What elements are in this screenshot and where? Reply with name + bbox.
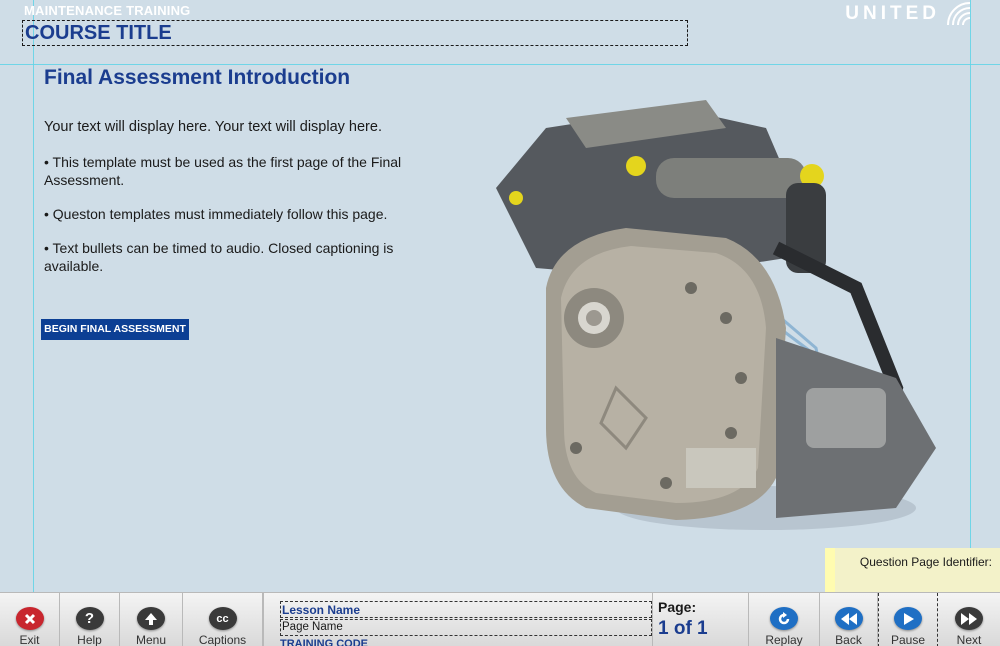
- guide-line-horizontal: [0, 64, 1000, 65]
- replay-label: Replay: [765, 633, 803, 646]
- bullet-item: • Text bullets can be timed to audio. Cl…: [44, 240, 394, 274]
- guide-line-vertical: [33, 0, 34, 646]
- page-label: Page:: [658, 599, 697, 615]
- pause-label: Pause: [890, 633, 926, 646]
- replay-icon: [770, 607, 798, 630]
- page-count: 1 of 1: [658, 618, 708, 639]
- menu-label: Menu: [135, 633, 167, 646]
- captions-button[interactable]: cc Captions: [183, 593, 263, 646]
- captions-label: Captions: [198, 633, 247, 646]
- next-label: Next: [956, 633, 982, 646]
- aircraft-engine-image: [496, 100, 936, 530]
- page-indicator: Page: 1 of 1: [658, 599, 743, 640]
- lesson-info: Lesson Name Page Name TRAINING CODE: [263, 593, 653, 646]
- rewind-icon: [834, 607, 863, 630]
- arrow-up-icon: [137, 607, 165, 630]
- cc-icon: cc: [208, 607, 237, 630]
- menu-button[interactable]: Menu: [120, 593, 183, 646]
- page-name: Page Name: [280, 619, 652, 636]
- back-label: Back: [835, 633, 862, 646]
- question-icon: ?: [75, 607, 104, 630]
- fast-forward-icon: [955, 607, 983, 630]
- begin-final-assessment-button[interactable]: BEGIN FINAL ASSESSMENT: [41, 319, 189, 340]
- brand-logo: UNITED: [845, 1, 972, 27]
- bullet-item: • Queston templates must immediately fol…: [44, 206, 388, 222]
- section-label: MAINTENANCE TRAINING: [24, 3, 191, 18]
- exit-button[interactable]: Exit: [0, 593, 60, 646]
- course-title: COURSE TITLE: [22, 20, 688, 46]
- lesson-name: Lesson Name: [280, 601, 652, 618]
- footer-toolbar: Exit ? Help Menu cc Captions Lesson Name…: [0, 592, 1000, 646]
- back-button[interactable]: Back: [820, 593, 878, 646]
- page-title: Final Assessment Introduction: [44, 66, 351, 89]
- question-page-identifier: Question Page Identifier:: [825, 548, 1000, 592]
- play-icon: [894, 607, 922, 630]
- help-button[interactable]: ? Help: [60, 593, 120, 646]
- body-text: Your text will display here. Your text w…: [44, 118, 424, 291]
- exit-label: Exit: [19, 633, 40, 646]
- replay-button[interactable]: Replay: [748, 593, 820, 646]
- globe-icon: [947, 2, 971, 26]
- brand-name: UNITED: [845, 3, 940, 24]
- bullet-item: • This template must be used as the firs…: [44, 154, 402, 188]
- next-button[interactable]: Next: [938, 593, 1000, 646]
- lead-text: Your text will display here. Your text w…: [44, 119, 382, 135]
- training-code: TRAINING CODE: [280, 638, 368, 646]
- help-label: Help: [77, 633, 102, 646]
- close-icon: [15, 607, 44, 630]
- pause-button[interactable]: Pause: [878, 593, 938, 646]
